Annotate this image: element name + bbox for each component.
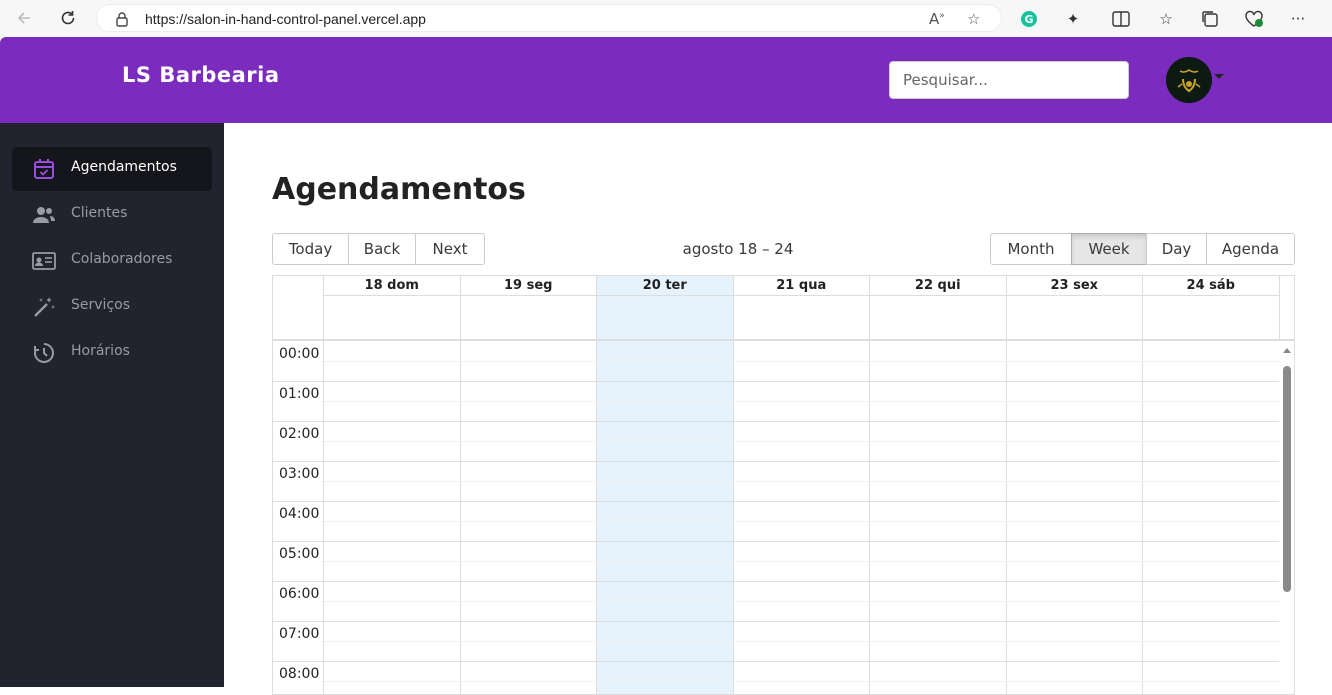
split-screen-icon[interactable] (1110, 8, 1132, 30)
day-header-label[interactable]: 24 sáb (1143, 276, 1279, 296)
day-header[interactable]: 19 seg (460, 276, 597, 339)
nav-button-group: Today Back Next (272, 233, 485, 265)
day-header[interactable]: 20 ter (597, 276, 734, 339)
day-header-label[interactable]: 23 sex (1006, 276, 1142, 296)
sidebar-item-label: Agendamentos (71, 159, 177, 175)
back-button[interactable]: Back (348, 233, 416, 265)
time-slot-label: 04:00 (279, 506, 320, 522)
url-text: https://salon-in-hand-control-panel.verc… (145, 11, 426, 27)
day-header-label[interactable]: 19 seg (460, 276, 596, 296)
grammarly-icon[interactable]: G (1018, 8, 1040, 30)
date-range-label: agosto 18 – 24 (682, 240, 794, 258)
sidebar: Agendamentos Clientes Colaboradores Serv… (0, 123, 224, 687)
magic-wand-icon (32, 295, 56, 319)
agenda-view-button[interactable]: Agenda (1206, 233, 1295, 265)
scrollbar-thumb[interactable] (1283, 366, 1291, 592)
chevron-down-icon[interactable] (1214, 74, 1224, 79)
half-hour-divider (324, 681, 1279, 682)
sidebar-item-label: Horários (71, 343, 130, 359)
sidebar-item-horarios[interactable]: Horários (12, 331, 212, 375)
next-button[interactable]: Next (415, 233, 485, 265)
hour-divider (273, 501, 1279, 502)
day-header[interactable]: 22 qui (870, 276, 1007, 339)
half-hour-divider (324, 441, 1279, 442)
refresh-icon[interactable] (56, 7, 80, 29)
day-header-label[interactable]: 18 dom (324, 276, 460, 296)
collections-icon[interactable] (1199, 8, 1221, 30)
avatar[interactable] (1166, 57, 1212, 103)
time-slot-label: 00:00 (279, 346, 320, 362)
day-header[interactable]: 23 sex (1006, 276, 1143, 339)
month-view-button[interactable]: Month (990, 233, 1072, 265)
hour-divider (273, 541, 1279, 542)
time-slot-label: 06:00 (279, 586, 320, 602)
sidebar-item-label: Serviços (71, 297, 130, 313)
time-slot-label: 03:00 (279, 466, 320, 482)
browser-toolbar: https://salon-in-hand-control-panel.verc… (0, 0, 1332, 37)
favorites-icon[interactable]: ☆ (1155, 8, 1177, 30)
time-slot-label: 08:00 (279, 666, 320, 682)
day-header[interactable]: 18 dom (324, 276, 461, 339)
half-hour-divider (324, 481, 1279, 482)
search-input[interactable] (889, 61, 1129, 99)
favorite-star-icon[interactable]: ☆ (967, 10, 980, 28)
week-view-button[interactable]: Week (1071, 233, 1147, 265)
calendar-check-icon (32, 157, 56, 181)
brand-logo[interactable]: LS Barbearia (122, 63, 280, 87)
calendar-scrollbar[interactable] (1279, 341, 1294, 694)
half-hour-divider (324, 521, 1279, 522)
sidebar-item-label: Colaboradores (71, 251, 173, 267)
back-arrow-icon[interactable] (12, 7, 36, 29)
users-icon (32, 203, 56, 227)
hour-divider (273, 421, 1279, 422)
time-slot-label: 01:00 (279, 386, 320, 402)
week-calendar: 18 dom 19 seg 20 ter 21 qua 22 qui 23 sex 24 s… (272, 275, 1295, 695)
id-card-icon (32, 249, 56, 273)
lock-icon (115, 11, 129, 31)
sidebar-item-servicos[interactable]: Serviços (12, 285, 212, 329)
day-header-label[interactable]: 20 ter (597, 276, 733, 296)
app-header: LS Barbearia (0, 37, 1332, 123)
address-bar[interactable]: https://salon-in-hand-control-panel.verc… (96, 4, 1002, 32)
extensions-icon[interactable]: ✦ (1062, 8, 1084, 30)
svg-text:G: G (1024, 13, 1033, 26)
time-slot-label: 05:00 (279, 546, 320, 562)
half-hour-divider (324, 601, 1279, 602)
hour-divider (273, 381, 1279, 382)
read-aloud-icon[interactable]: A» (929, 10, 945, 28)
day-header[interactable]: 21 qua (733, 276, 870, 339)
clock-history-icon (32, 341, 56, 365)
sidebar-item-agendamentos[interactable]: Agendamentos (12, 147, 212, 191)
scroll-up-arrow-icon[interactable] (1283, 348, 1291, 353)
more-menu-icon[interactable]: ··· (1287, 8, 1309, 30)
time-slot-label: 02:00 (279, 426, 320, 442)
half-hour-divider (324, 641, 1279, 642)
sidebar-item-label: Clientes (71, 205, 128, 221)
day-view-button[interactable]: Day (1146, 233, 1207, 265)
half-hour-divider (324, 561, 1279, 562)
hour-divider (273, 661, 1279, 662)
page-title: Agendamentos (272, 172, 526, 207)
view-button-group: Month Week Day Agenda (990, 233, 1295, 265)
time-slot-label: 07:00 (279, 626, 320, 642)
today-button[interactable]: Today (272, 233, 349, 265)
day-header-label[interactable]: 22 qui (870, 276, 1006, 296)
day-header-label[interactable]: 21 qua (733, 276, 869, 296)
hour-divider (273, 581, 1279, 582)
half-hour-divider (324, 401, 1279, 402)
hour-divider (273, 621, 1279, 622)
half-hour-divider (324, 361, 1279, 362)
calendar-time-grid[interactable]: 00:00 01:00 02:00 03:00 04:00 05:00 06:00 07:00… (273, 341, 1294, 694)
calendar-header: 18 dom 19 seg 20 ter 21 qua 22 qui 23 sex 24 s… (273, 276, 1294, 341)
sidebar-item-colaboradores[interactable]: Colaboradores (12, 239, 212, 283)
browser-essentials-icon[interactable] (1243, 8, 1265, 30)
sidebar-item-clientes[interactable]: Clientes (12, 193, 212, 237)
hour-divider (273, 461, 1279, 462)
day-header[interactable]: 24 sáb (1143, 276, 1280, 339)
time-gutter-header (273, 276, 324, 339)
